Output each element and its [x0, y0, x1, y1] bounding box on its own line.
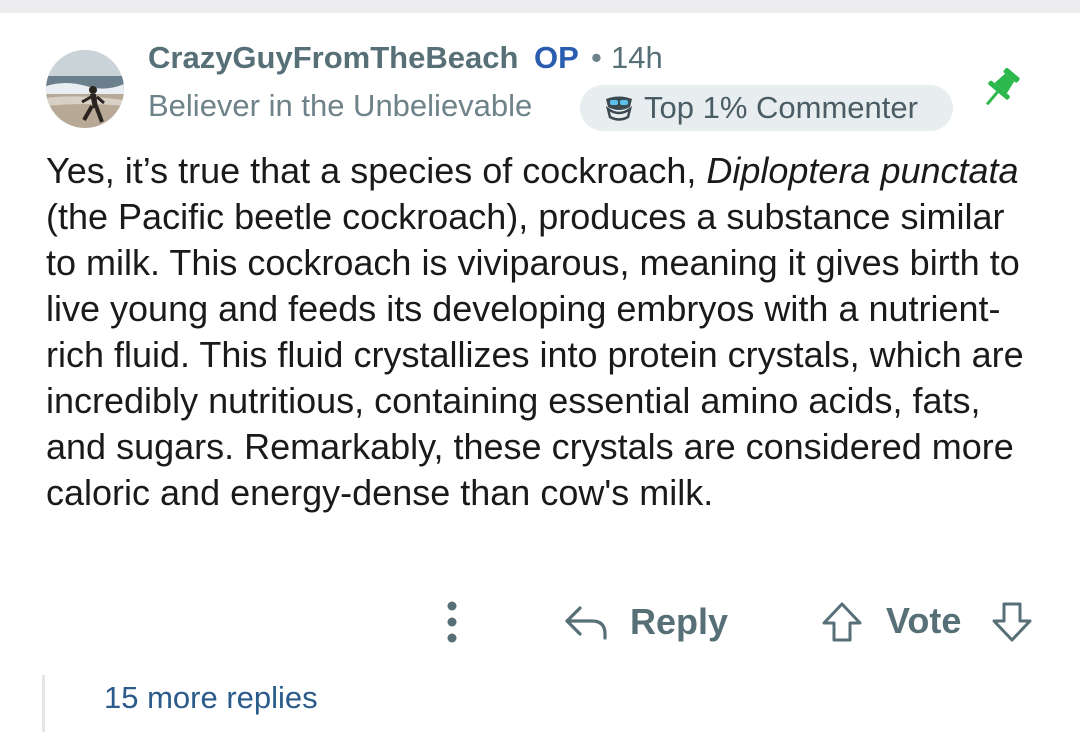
thread-line[interactable] [42, 675, 45, 732]
vote-label: Vote [886, 600, 962, 641]
comment-text-intro: Yes, it’s true that a species of cockroa… [46, 150, 707, 191]
username[interactable]: CrazyGuyFromTheBeach [148, 40, 518, 76]
reply-button[interactable]: Reply [564, 596, 728, 648]
user-flair: Believer in the Unbelievable [148, 88, 533, 123]
reply-arrow-icon [565, 606, 607, 640]
species-name: Diploptera punctata [706, 150, 1019, 191]
avatar[interactable] [46, 50, 124, 128]
comment-text-rest: (the Pacific beetle cockroach), produces… [46, 196, 1024, 513]
top-commenter-icon [602, 93, 636, 123]
beach-avatar-image [46, 50, 124, 128]
badge-label: Top 1% Commenter [644, 90, 918, 125]
downvote-arrow-icon [992, 602, 1032, 642]
more-options-button[interactable] [434, 598, 470, 646]
more-replies-link[interactable]: 15 more replies [104, 680, 318, 716]
downvote-button[interactable] [988, 598, 1036, 646]
upvote-arrow-icon [822, 602, 862, 642]
vertical-ellipsis-icon [447, 601, 457, 643]
comment-actions: Reply Vote [0, 590, 1080, 654]
top-divider-strip [0, 0, 1080, 13]
comment-body: Yes, it’s true that a species of cockroa… [46, 148, 1036, 516]
op-tag: OP [534, 40, 579, 75]
pin-icon [975, 66, 1025, 112]
upvote-button[interactable] [818, 598, 866, 646]
timestamp: 14h [611, 40, 663, 75]
reply-label: Reply [630, 601, 729, 642]
separator-dot: • [591, 40, 602, 75]
top-commenter-badge[interactable]: Top 1% Commenter [580, 85, 953, 131]
